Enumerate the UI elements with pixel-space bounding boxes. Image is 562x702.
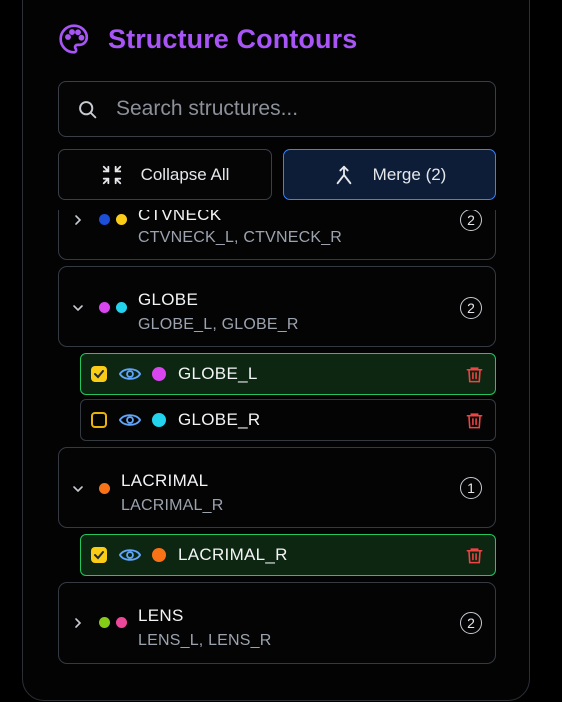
palette-icon	[59, 24, 89, 54]
eye-icon[interactable]	[119, 547, 141, 563]
count-badge: 2	[460, 210, 482, 231]
structure-list[interactable]: CTVNECK CTVNECK_L, CTVNECK_R 2 GLOBE GLO…	[0, 210, 562, 702]
chevron-down-icon[interactable]	[72, 302, 84, 314]
structure-name: GLOBE_L	[178, 364, 258, 383]
merge-icon	[336, 165, 351, 184]
color-dot	[116, 617, 127, 628]
count-badge: 2	[460, 297, 482, 319]
group-lacrimal[interactable]: LACRIMAL LACRIMAL_R 1	[58, 447, 496, 528]
collapse-all-button[interactable]: Collapse All	[58, 149, 272, 200]
panel-header: Structure Contours	[58, 22, 357, 56]
group-globe[interactable]: GLOBE GLOBE_L, GLOBE_R 2	[58, 266, 496, 347]
structure-item-lacrimal-r[interactable]: LACRIMAL_R	[80, 534, 496, 576]
chevron-right-icon[interactable]	[72, 617, 84, 629]
collapse-all-label: Collapse All	[140, 164, 230, 184]
color-dot	[99, 302, 110, 313]
structure-name: LACRIMAL_R	[178, 545, 288, 564]
count-badge: 1	[460, 477, 482, 499]
search-input[interactable]	[116, 97, 476, 121]
color-dot	[116, 214, 127, 225]
structure-name: GLOBE_R	[178, 410, 261, 429]
panel-title: Structure Contours	[108, 23, 358, 54]
eye-icon[interactable]	[119, 366, 141, 382]
collapse-icon	[102, 165, 121, 184]
checkbox[interactable]	[91, 366, 107, 382]
chevron-right-icon[interactable]	[72, 214, 84, 226]
merge-label: Merge (2)	[372, 164, 447, 184]
color-dot	[99, 483, 110, 494]
trash-icon[interactable]	[465, 364, 484, 385]
group-members: CTVNECK_L, CTVNECK_R	[138, 229, 343, 246]
checkbox[interactable]	[91, 412, 107, 428]
color-dot	[99, 617, 110, 628]
group-members: LENS_L, LENS_R	[138, 632, 272, 649]
group-name: GLOBE	[138, 290, 199, 309]
group-lens[interactable]: LENS LENS_L, LENS_R 2	[58, 582, 496, 664]
color-dot	[116, 302, 127, 313]
group-name: CTVNECK	[138, 210, 222, 224]
group-ctvneck[interactable]: CTVNECK CTVNECK_L, CTVNECK_R 2	[58, 210, 496, 260]
search-box[interactable]	[58, 81, 496, 137]
structure-item-globe-l[interactable]: GLOBE_L	[80, 353, 496, 395]
trash-icon[interactable]	[465, 410, 484, 431]
eye-icon[interactable]	[119, 412, 141, 428]
chevron-down-icon[interactable]	[72, 483, 84, 495]
color-dot	[152, 367, 166, 381]
search-icon	[79, 100, 97, 118]
checkbox[interactable]	[91, 547, 107, 563]
group-members: GLOBE_L, GLOBE_R	[138, 316, 299, 333]
group-name: LACRIMAL	[121, 471, 209, 490]
color-dot	[152, 548, 166, 562]
structure-item-globe-r[interactable]: GLOBE_R	[80, 399, 496, 441]
color-dot	[152, 413, 166, 427]
color-dot	[99, 214, 110, 225]
count-badge: 2	[460, 612, 482, 634]
group-members: LACRIMAL_R	[121, 497, 224, 514]
merge-button[interactable]: Merge (2)	[283, 149, 496, 200]
trash-icon[interactable]	[465, 545, 484, 566]
group-name: LENS	[138, 606, 184, 625]
